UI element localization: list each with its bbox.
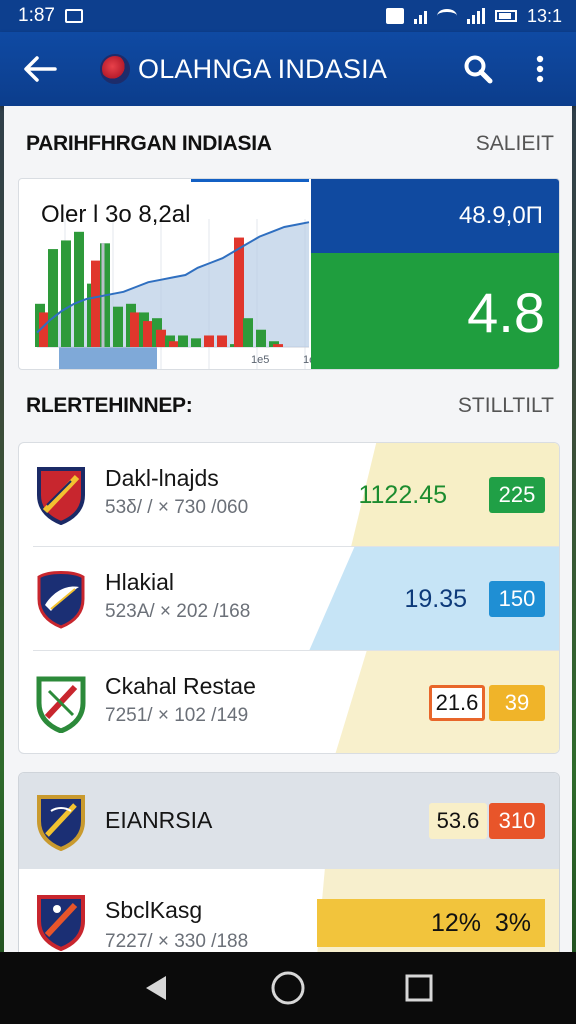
bar-down bbox=[234, 237, 244, 347]
status-bar: 1:87 13:1 bbox=[0, 0, 576, 32]
bar-down bbox=[130, 312, 140, 347]
overview-select-link[interactable]: SALIEIT bbox=[476, 132, 554, 156]
team-crest-icon bbox=[37, 571, 85, 629]
group-name: EIANRSIA bbox=[105, 807, 213, 833]
bar-down bbox=[169, 341, 179, 347]
app-title: OLAHNGA INDASIA bbox=[138, 53, 388, 84]
more-options-button[interactable] bbox=[520, 49, 560, 89]
standings-list: Dakl-lnajds 53δ/ / × 730 /060 1122.45 22… bbox=[18, 442, 560, 754]
app-bar: OLAHNGA INDASIA bbox=[0, 32, 576, 106]
status-time-right: 13:1 bbox=[526, 5, 562, 26]
nav-home-button[interactable] bbox=[264, 964, 312, 1012]
bar-up bbox=[178, 335, 188, 347]
list-item[interactable]: Hlakial 523A/ × 202 /168 19.35 150 bbox=[19, 547, 559, 651]
back-button[interactable] bbox=[16, 45, 64, 93]
bar-up bbox=[48, 249, 58, 347]
team-record: 7227/ × 330 /188 bbox=[105, 931, 249, 952]
chart-area: 1e5 1e8 Oler l 3o 8,2al bbox=[19, 179, 354, 369]
list-item[interactable]: Dakl-lnajds 53δ/ / × 730 /060 1122.45 22… bbox=[19, 443, 559, 547]
arrow-left-icon bbox=[24, 56, 57, 82]
wifi-icon bbox=[436, 9, 457, 23]
message-icon bbox=[64, 9, 83, 23]
standings-header: RLERTEHINNEP: STILLTILT bbox=[4, 388, 572, 424]
standings-select-link[interactable]: STILLTILT bbox=[458, 394, 554, 418]
group-value: 53.6 bbox=[429, 803, 487, 839]
nav-back-button[interactable] bbox=[133, 964, 181, 1012]
bar-up bbox=[191, 338, 201, 347]
circle-home-icon bbox=[271, 971, 305, 1005]
list-item[interactable]: SbclKasg 7227/ × 330 /188 12% 3% bbox=[19, 869, 559, 952]
chart-tab-indicator bbox=[191, 179, 309, 182]
vibrate-icon bbox=[385, 8, 404, 24]
status-time: 1:87 bbox=[18, 5, 55, 26]
system-nav-bar bbox=[0, 952, 576, 1024]
team-record: 523A/ × 202 /168 bbox=[105, 601, 251, 622]
overview-chart-card[interactable]: 1e5 1e8 Oler l 3o 8,2al 48.9,0Π 4.8 bbox=[18, 178, 560, 370]
group-card: EIANRSIA 53.6 310 SbclKasg 7227/ × 330 /… bbox=[18, 772, 560, 952]
chart-caption: Oler l 3o 8,2al bbox=[41, 201, 191, 228]
score-summary: 48.9,0Π bbox=[311, 179, 559, 253]
group-header[interactable]: EIANRSIA 53.6 310 bbox=[19, 773, 559, 869]
x-tick-label: 1e5 bbox=[251, 354, 269, 366]
bar-up bbox=[113, 306, 123, 347]
team-record: 7251/ × 102 /149 bbox=[105, 705, 249, 726]
battery-icon bbox=[494, 10, 517, 22]
bar-down bbox=[156, 329, 166, 347]
team-badge: 3% bbox=[494, 909, 531, 937]
bar-down bbox=[143, 321, 153, 347]
bar-down bbox=[273, 344, 283, 347]
team-badge: 225 bbox=[489, 477, 545, 513]
bar-up bbox=[74, 231, 84, 347]
score-main-value: 4.8 bbox=[311, 253, 559, 369]
bar-up bbox=[256, 329, 266, 347]
team-points: 19.35 bbox=[404, 585, 467, 613]
range-highlight bbox=[59, 347, 157, 369]
more-vertical-icon bbox=[536, 55, 544, 83]
search-button[interactable] bbox=[458, 49, 498, 89]
cell-signal-icon bbox=[466, 8, 485, 24]
nav-recents-button[interactable] bbox=[395, 964, 443, 1012]
bar-up bbox=[61, 240, 71, 347]
team-name: SbclKasg bbox=[105, 897, 203, 923]
bar-up bbox=[243, 318, 253, 347]
bar-down bbox=[204, 335, 214, 347]
team-points: 1122.45 bbox=[358, 481, 447, 509]
team-crest-icon bbox=[37, 467, 85, 525]
bar-down bbox=[91, 260, 101, 347]
team-record: 53δ/ / × 730 /060 bbox=[105, 497, 249, 518]
triangle-back-icon bbox=[146, 976, 167, 1000]
team-crest-icon bbox=[36, 676, 86, 733]
group-crest-icon bbox=[37, 795, 85, 851]
team-percent: 12% bbox=[430, 909, 481, 937]
signal-icon bbox=[413, 8, 427, 24]
main-content: PARIHFHRGAN INDIASIA SALIEIT 1e5 1e8 Oler… bbox=[4, 106, 572, 952]
team-crest-icon bbox=[37, 895, 85, 951]
square-recents-icon bbox=[405, 974, 433, 1002]
team-name: Dakl-lnajds bbox=[105, 465, 219, 491]
list-item[interactable]: Ckahal Restae 7251/ × 102 /149 21.6 39 bbox=[19, 651, 559, 753]
group-badge: 310 bbox=[489, 803, 545, 839]
bar-down bbox=[217, 335, 227, 347]
team-badge: 39 bbox=[489, 685, 545, 721]
overview-title: PARIHFHRGAN INDIASIA bbox=[26, 132, 272, 155]
team-name: Ckahal Restae bbox=[105, 673, 256, 699]
team-name: Hlakial bbox=[105, 569, 175, 595]
x-tick-label: 1e8 bbox=[303, 354, 311, 366]
search-icon bbox=[464, 55, 493, 84]
team-badge: 150 bbox=[489, 581, 545, 617]
overview-header: PARIHFHRGAN INDIASIA SALIEIT bbox=[4, 126, 572, 162]
app-logo bbox=[100, 54, 130, 84]
team-points: 21.6 bbox=[429, 685, 485, 721]
standings-title: RLERTEHINNEP: bbox=[26, 394, 193, 417]
